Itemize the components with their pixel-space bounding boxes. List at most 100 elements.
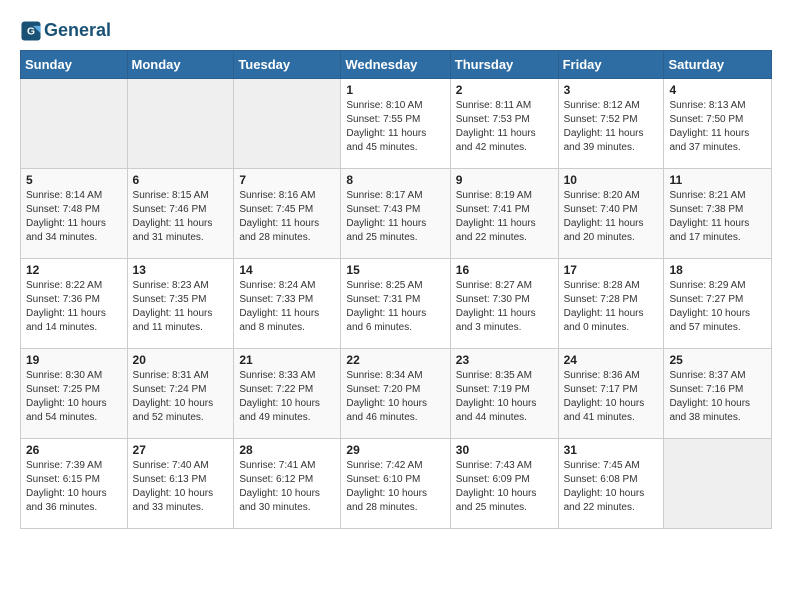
day-number: 4 [669, 83, 766, 97]
calendar-cell: 15 Sunrise: 8:25 AM Sunset: 7:31 PM Dayli… [341, 259, 450, 349]
day-info: Sunrise: 8:11 AM Sunset: 7:53 PM Dayligh… [456, 99, 553, 155]
weekday-header-monday: Monday [127, 51, 234, 79]
calendar-cell: 8 Sunrise: 8:17 AM Sunset: 7:43 PM Daylig… [341, 169, 450, 259]
day-info: Sunrise: 8:12 AM Sunset: 7:52 PM Dayligh… [564, 99, 659, 155]
calendar-cell [234, 79, 341, 169]
day-number: 18 [669, 263, 766, 277]
calendar-cell [21, 79, 128, 169]
weekday-header-thursday: Thursday [450, 51, 558, 79]
day-info: Sunrise: 8:28 AM Sunset: 7:28 PM Dayligh… [564, 279, 659, 335]
calendar-table: SundayMondayTuesdayWednesdayThursdayFrid… [20, 50, 772, 529]
calendar-cell: 20 Sunrise: 8:31 AM Sunset: 7:24 PM Dayli… [127, 349, 234, 439]
day-info: Sunrise: 8:21 AM Sunset: 7:38 PM Dayligh… [669, 189, 766, 245]
day-number: 12 [26, 263, 122, 277]
calendar-cell: 31Sunrise: 7:45 AM Sunset: 6:08 PM Dayli… [558, 439, 664, 529]
day-info: Sunrise: 8:17 AM Sunset: 7:43 PM Dayligh… [346, 189, 444, 245]
calendar-cell: 21Sunrise: 8:33 AM Sunset: 7:22 PM Dayli… [234, 349, 341, 439]
day-number: 9 [456, 173, 553, 187]
day-number: 14 [239, 263, 335, 277]
day-info: Sunrise: 8:16 AM Sunset: 7:45 PM Dayligh… [239, 189, 335, 245]
calendar-cell: 30 Sunrise: 7:43 AM Sunset: 6:09 PM Dayli… [450, 439, 558, 529]
day-info: Sunrise: 8:15 AM Sunset: 7:46 PM Dayligh… [133, 189, 229, 245]
calendar-cell: 4 Sunrise: 8:13 AM Sunset: 7:50 PM Daylig… [664, 79, 772, 169]
day-number: 2 [456, 83, 553, 97]
calendar-cell: 26 Sunrise: 7:39 AM Sunset: 6:15 PM Dayli… [21, 439, 128, 529]
calendar-cell: 29 Sunrise: 7:42 AM Sunset: 6:10 PM Dayli… [341, 439, 450, 529]
day-number: 26 [26, 443, 122, 457]
day-info: Sunrise: 8:35 AM Sunset: 7:19 PM Dayligh… [456, 369, 553, 425]
day-number: 19 [26, 353, 122, 367]
svg-text:G: G [27, 27, 35, 38]
day-number: 30 [456, 443, 553, 457]
calendar-cell: 1 Sunrise: 8:10 AM Sunset: 7:55 PM Daylig… [341, 79, 450, 169]
day-info: Sunrise: 8:19 AM Sunset: 7:41 PM Dayligh… [456, 189, 553, 245]
calendar-cell: 24 Sunrise: 8:36 AM Sunset: 7:17 PM Dayli… [558, 349, 664, 439]
day-number: 24 [564, 353, 659, 367]
calendar-cell: 22 Sunrise: 8:34 AM Sunset: 7:20 PM Dayli… [341, 349, 450, 439]
day-number: 16 [456, 263, 553, 277]
calendar-cell: 19 Sunrise: 8:30 AM Sunset: 7:25 PM Dayli… [21, 349, 128, 439]
day-info: Sunrise: 8:24 AM Sunset: 7:33 PM Dayligh… [239, 279, 335, 335]
calendar-cell: 5 Sunrise: 8:14 AM Sunset: 7:48 PM Daylig… [21, 169, 128, 259]
day-number: 23 [456, 353, 553, 367]
calendar-cell: 25 Sunrise: 8:37 AM Sunset: 7:16 PM Dayli… [664, 349, 772, 439]
day-info: Sunrise: 8:27 AM Sunset: 7:30 PM Dayligh… [456, 279, 553, 335]
calendar-cell: 11 Sunrise: 8:21 AM Sunset: 7:38 PM Dayli… [664, 169, 772, 259]
weekday-header-sunday: Sunday [21, 51, 128, 79]
day-info: Sunrise: 8:29 AM Sunset: 7:27 PM Dayligh… [669, 279, 766, 335]
calendar-cell: 17 Sunrise: 8:28 AM Sunset: 7:28 PM Dayli… [558, 259, 664, 349]
calendar-cell: 3 Sunrise: 8:12 AM Sunset: 7:52 PM Daylig… [558, 79, 664, 169]
day-number: 1 [346, 83, 444, 97]
day-number: 20 [133, 353, 229, 367]
calendar-cell: 10 Sunrise: 8:20 AM Sunset: 7:40 PM Dayli… [558, 169, 664, 259]
day-info: Sunrise: 8:34 AM Sunset: 7:20 PM Dayligh… [346, 369, 444, 425]
day-info: Sunrise: 8:36 AM Sunset: 7:17 PM Dayligh… [564, 369, 659, 425]
day-number: 10 [564, 173, 659, 187]
day-info: Sunrise: 8:20 AM Sunset: 7:40 PM Dayligh… [564, 189, 659, 245]
day-number: 22 [346, 353, 444, 367]
day-number: 3 [564, 83, 659, 97]
day-number: 6 [133, 173, 229, 187]
day-info: Sunrise: 8:37 AM Sunset: 7:16 PM Dayligh… [669, 369, 766, 425]
day-info: Sunrise: 8:33 AM Sunset: 7:22 PM Dayligh… [239, 369, 335, 425]
day-info: Sunrise: 8:22 AM Sunset: 7:36 PM Dayligh… [26, 279, 122, 335]
day-number: 7 [239, 173, 335, 187]
calendar-cell: 27Sunrise: 7:40 AM Sunset: 6:13 PM Dayli… [127, 439, 234, 529]
day-number: 25 [669, 353, 766, 367]
day-info: Sunrise: 8:13 AM Sunset: 7:50 PM Dayligh… [669, 99, 766, 155]
calendar-cell: 9 Sunrise: 8:19 AM Sunset: 7:41 PM Daylig… [450, 169, 558, 259]
day-number: 5 [26, 173, 122, 187]
day-number: 27 [133, 443, 229, 457]
calendar-cell: 12 Sunrise: 8:22 AM Sunset: 7:36 PM Dayli… [21, 259, 128, 349]
day-number: 8 [346, 173, 444, 187]
day-number: 29 [346, 443, 444, 457]
day-number: 15 [346, 263, 444, 277]
calendar-cell: 28Sunrise: 7:41 AM Sunset: 6:12 PM Dayli… [234, 439, 341, 529]
calendar-cell: 18 Sunrise: 8:29 AM Sunset: 7:27 PM Dayli… [664, 259, 772, 349]
weekday-header-saturday: Saturday [664, 51, 772, 79]
day-info: Sunrise: 7:43 AM Sunset: 6:09 PM Dayligh… [456, 459, 553, 515]
day-info: Sunrise: 7:42 AM Sunset: 6:10 PM Dayligh… [346, 459, 444, 515]
day-number: 28 [239, 443, 335, 457]
day-info: Sunrise: 8:25 AM Sunset: 7:31 PM Dayligh… [346, 279, 444, 335]
calendar-cell [127, 79, 234, 169]
day-info: Sunrise: 8:10 AM Sunset: 7:55 PM Dayligh… [346, 99, 444, 155]
day-info: Sunrise: 8:23 AM Sunset: 7:35 PM Dayligh… [133, 279, 229, 335]
day-info: Sunrise: 7:39 AM Sunset: 6:15 PM Dayligh… [26, 459, 122, 515]
calendar-cell: 7 Sunrise: 8:16 AM Sunset: 7:45 PM Daylig… [234, 169, 341, 259]
day-info: Sunrise: 8:30 AM Sunset: 7:25 PM Dayligh… [26, 369, 122, 425]
calendar-cell: 23 Sunrise: 8:35 AM Sunset: 7:19 PM Dayli… [450, 349, 558, 439]
day-info: Sunrise: 8:31 AM Sunset: 7:24 PM Dayligh… [133, 369, 229, 425]
weekday-header-friday: Friday [558, 51, 664, 79]
calendar-cell: 16 Sunrise: 8:27 AM Sunset: 7:30 PM Dayli… [450, 259, 558, 349]
day-number: 17 [564, 263, 659, 277]
logo-text: General [44, 21, 111, 41]
day-number: 13 [133, 263, 229, 277]
day-info: Sunrise: 7:45 AM Sunset: 6:08 PM Dayligh… [564, 459, 659, 515]
calendar-cell: 6 Sunrise: 8:15 AM Sunset: 7:46 PM Daylig… [127, 169, 234, 259]
logo: G General [20, 20, 111, 42]
calendar-cell: 13 Sunrise: 8:23 AM Sunset: 7:35 PM Dayli… [127, 259, 234, 349]
day-info: Sunrise: 8:14 AM Sunset: 7:48 PM Dayligh… [26, 189, 122, 245]
day-number: 11 [669, 173, 766, 187]
calendar-cell: 14 Sunrise: 8:24 AM Sunset: 7:33 PM Dayli… [234, 259, 341, 349]
